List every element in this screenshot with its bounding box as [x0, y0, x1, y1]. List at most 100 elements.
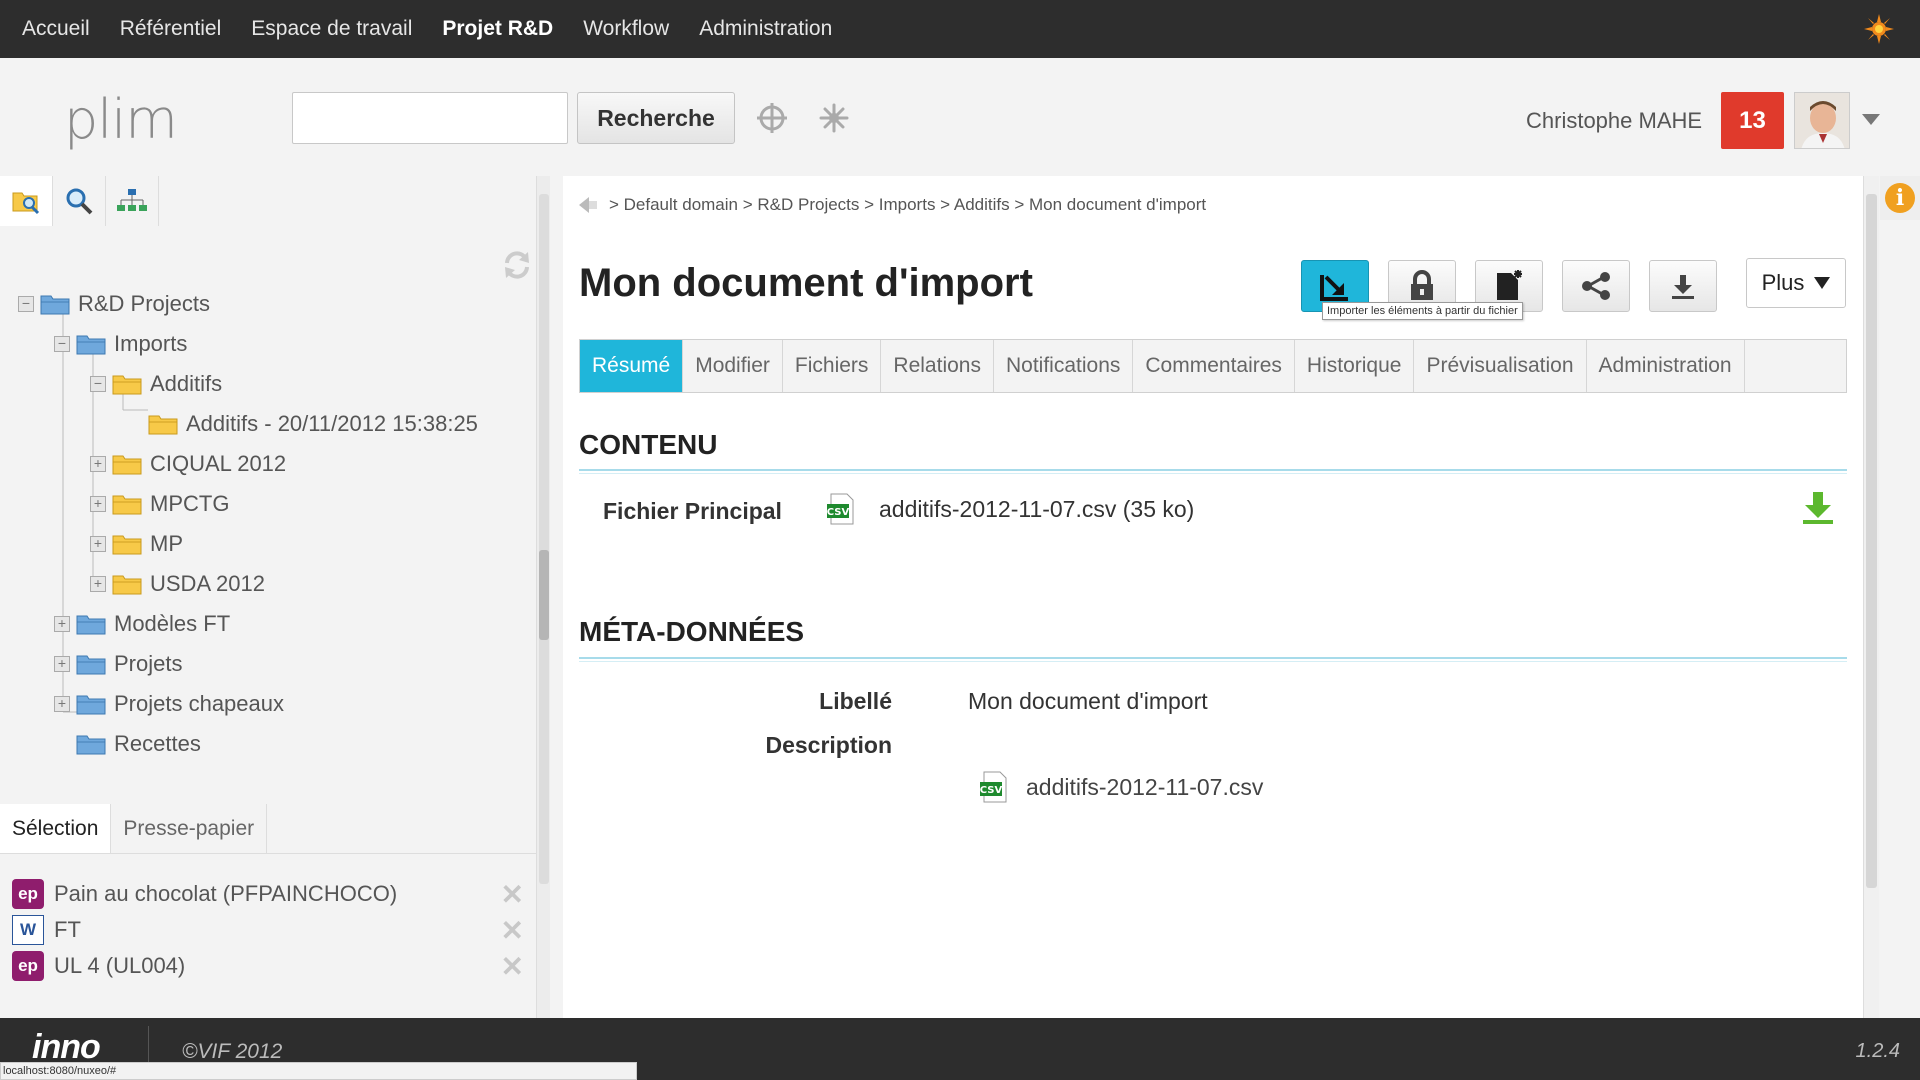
expand-icon[interactable]: + — [90, 496, 106, 512]
expand-icon[interactable]: + — [90, 456, 106, 472]
tree-node-label[interactable]: CIQUAL 2012 — [150, 451, 286, 477]
svg-text:CSV: CSV — [827, 507, 850, 518]
collapse-icon[interactable]: − — [54, 336, 70, 352]
tree-node[interactable]: − Additifs — [90, 366, 222, 402]
more-label: Plus — [1761, 270, 1805, 295]
remove-icon[interactable]: ✕ — [501, 878, 524, 911]
tree-node-label[interactable]: Recettes — [114, 731, 201, 757]
tab-historique[interactable]: Historique — [1295, 340, 1415, 392]
section-divider — [579, 657, 1847, 662]
svg-text:CSV: CSV — [980, 785, 1003, 796]
folder-icon — [76, 335, 106, 355]
left-tabs — [0, 176, 159, 226]
info-panel-toggle[interactable]: i — [1880, 176, 1920, 220]
remove-icon[interactable]: ✕ — [501, 914, 524, 947]
crosshair-icon[interactable] — [756, 102, 788, 134]
tab-fichiers[interactable]: Fichiers — [783, 340, 882, 392]
folder-icon — [76, 615, 106, 635]
tree-node-label[interactable]: Additifs - 20/11/2012 15:38:25 — [186, 411, 478, 437]
nav-workflow[interactable]: Workflow — [568, 0, 684, 58]
tree-node[interactable]: + Projets — [54, 646, 182, 682]
main-content: > Default domain > R&D Projects > Import… — [563, 176, 1863, 1018]
expand-icon[interactable]: + — [90, 536, 106, 552]
selection-label[interactable]: Pain au chocolat (PFPAINCHOCO) — [54, 881, 397, 907]
nav-administration[interactable]: Administration — [684, 0, 847, 58]
selection-label[interactable]: UL 4 (UL004) — [54, 953, 185, 979]
list-item[interactable]: W FT ✕ — [12, 912, 524, 948]
share-icon — [1582, 272, 1610, 300]
tree-node[interactable]: − R&D Projects — [18, 286, 210, 322]
expand-icon[interactable]: + — [54, 616, 70, 632]
nav-projet-rd[interactable]: Projet R&D — [427, 0, 568, 58]
main-file-link[interactable]: additifs-2012-11-07.csv (35 ko) — [879, 496, 1194, 523]
search-input[interactable] — [292, 92, 568, 144]
nav-accueil[interactable]: Accueil — [0, 0, 105, 58]
nav-espace-de-travail[interactable]: Espace de travail — [236, 0, 427, 58]
tab-navigation[interactable] — [0, 176, 53, 226]
list-item[interactable]: ep Pain au chocolat (PFPAINCHOCO) ✕ — [12, 876, 524, 912]
expand-icon[interactable]: + — [54, 696, 70, 712]
avatar[interactable] — [1794, 92, 1850, 149]
plim-logo[interactable]: plim — [64, 88, 178, 151]
description-file-link[interactable]: additifs-2012-11-07.csv — [1026, 774, 1263, 801]
tree-node-label[interactable]: MPCTG — [150, 491, 229, 517]
download-button[interactable] — [1649, 260, 1717, 312]
list-item[interactable]: ep UL 4 (UL004) ✕ — [12, 948, 524, 984]
tree-node[interactable]: − Imports — [54, 326, 187, 362]
tree-node[interactable]: + Projets chapeaux — [54, 686, 284, 722]
tree-node[interactable]: Recettes — [54, 726, 201, 762]
search-button[interactable]: Recherche — [577, 92, 735, 144]
collapse-icon[interactable]: − — [18, 296, 34, 312]
tab-clipboard[interactable]: Presse-papier — [111, 804, 268, 853]
tab-notifications[interactable]: Notifications — [994, 340, 1134, 392]
tree-node[interactable]: + Modèles FT — [54, 606, 230, 642]
selection-tabs: Sélection Presse-papier — [0, 804, 536, 854]
top-navigation: Accueil Référentiel Espace de travail Pr… — [0, 0, 1920, 58]
user-menu-caret-icon[interactable] — [1862, 114, 1880, 125]
new-document-icon — [1497, 270, 1522, 300]
tab-selection[interactable]: Sélection — [0, 804, 112, 853]
left-scrollbar[interactable] — [536, 176, 550, 1018]
tree-node-label[interactable]: Projets — [114, 651, 182, 677]
tab-modifier[interactable]: Modifier — [683, 340, 783, 392]
collapse-icon[interactable]: − — [90, 376, 106, 392]
libelle-value: Mon document d'import — [968, 688, 1208, 714]
breadcrumb-path[interactable]: > Default domain > R&D Projects > Import… — [609, 195, 1206, 215]
back-arrow-icon[interactable] — [577, 194, 599, 216]
tree-node-label[interactable]: Additifs — [150, 371, 222, 397]
main-scrollbar[interactable] — [1863, 176, 1879, 1018]
description-label: Description — [765, 732, 892, 758]
tab-relations[interactable]: Relations — [881, 340, 994, 392]
tree-node[interactable]: + MP — [90, 526, 183, 562]
file-download-icon[interactable] — [1801, 490, 1835, 526]
tree-node[interactable]: + USDA 2012 — [90, 566, 265, 602]
share-button[interactable] — [1562, 260, 1630, 312]
tree-node[interactable]: + CIQUAL 2012 — [90, 446, 286, 482]
tab-commentaires[interactable]: Commentaires — [1133, 340, 1295, 392]
selection-label[interactable]: FT — [54, 917, 81, 943]
expand-icon[interactable]: + — [90, 576, 106, 592]
lock-icon — [1411, 270, 1433, 300]
tree-node-label[interactable]: Projets chapeaux — [114, 691, 284, 717]
remove-icon[interactable]: ✕ — [501, 950, 524, 983]
more-dropdown[interactable]: Plus — [1746, 258, 1846, 308]
tree-node-label[interactable]: MP — [150, 531, 183, 557]
tab-administration[interactable]: Administration — [1587, 340, 1745, 392]
tab-hierarchy[interactable] — [106, 176, 159, 226]
username[interactable]: Christophe MAHE — [1526, 108, 1702, 134]
tree-node-label[interactable]: Modèles FT — [114, 611, 230, 637]
tree-node[interactable]: Additifs - 20/11/2012 15:38:25 — [126, 406, 478, 442]
star-icon[interactable] — [818, 102, 850, 134]
notification-badge[interactable]: 13 — [1721, 92, 1784, 149]
nav-referentiel[interactable]: Référentiel — [105, 0, 237, 58]
sun-icon[interactable] — [1864, 14, 1894, 44]
tree-node[interactable]: + MPCTG — [90, 486, 229, 522]
tab-resume[interactable]: Résumé — [580, 340, 684, 392]
expand-icon[interactable]: + — [54, 656, 70, 672]
tree-node-label[interactable]: R&D Projects — [78, 291, 210, 317]
tab-search[interactable] — [53, 176, 106, 226]
tree-node-label[interactable]: USDA 2012 — [150, 571, 265, 597]
tree-node-label[interactable]: Imports — [114, 331, 187, 357]
tab-previsualisation[interactable]: Prévisualisation — [1414, 340, 1587, 392]
refresh-icon[interactable] — [502, 250, 532, 280]
